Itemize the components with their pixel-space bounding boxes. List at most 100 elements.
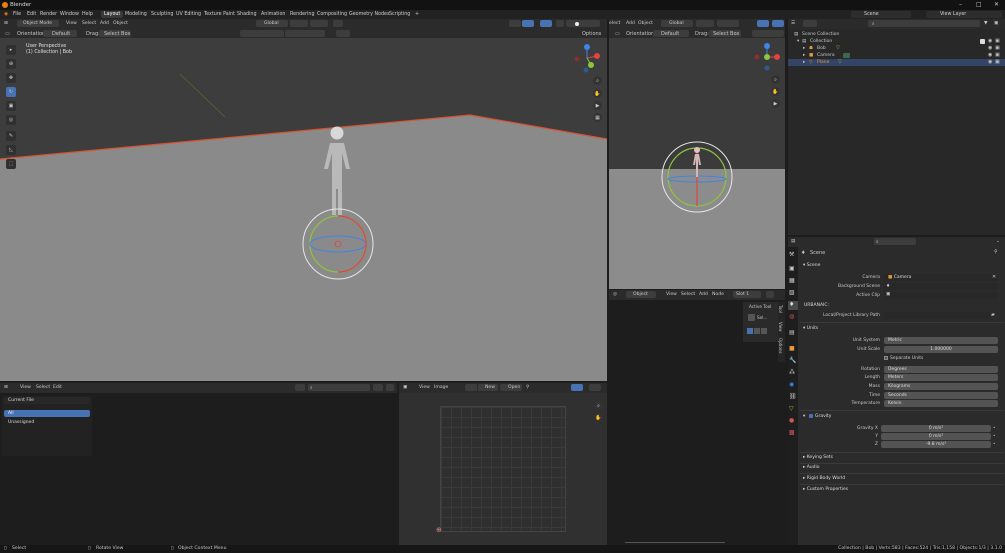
- editor-type-icon[interactable]: ◎: [613, 292, 617, 297]
- camera-view-icon[interactable]: ▶: [593, 101, 602, 110]
- navigation-gizmo[interactable]: [752, 42, 782, 72]
- gravity-checkbox[interactable]: [809, 414, 813, 418]
- pin-icon[interactable]: ⚲: [994, 249, 998, 255]
- particles-tab-icon[interactable]: ⁂: [789, 369, 795, 376]
- mass-dropdown[interactable]: Kilograms: [884, 383, 998, 390]
- zoom-icon[interactable]: ⌕: [771, 75, 780, 84]
- render-camera-icon[interactable]: ▣: [995, 52, 1000, 58]
- select-mode-icons[interactable]: ▭: [615, 31, 620, 37]
- display-mode-dropdown[interactable]: [803, 20, 817, 27]
- eye-icon[interactable]: ◉: [988, 38, 992, 44]
- viewport-search-field[interactable]: [285, 30, 325, 37]
- sidebar-tab-options[interactable]: Options: [778, 338, 783, 353]
- transform-tool[interactable]: ◎: [6, 115, 16, 125]
- node-overlay-toggle[interactable]: [766, 291, 774, 298]
- pivot-dropdown[interactable]: [696, 20, 714, 27]
- navigation-gizmo[interactable]: [572, 43, 602, 73]
- render-camera-icon[interactable]: ▣: [995, 38, 1000, 44]
- output-tab-icon[interactable]: ▦: [789, 277, 795, 284]
- properties-search-field[interactable]: [874, 238, 916, 245]
- menu-window[interactable]: Window: [60, 12, 79, 17]
- material-tab-icon[interactable]: ●: [789, 417, 794, 424]
- menu-view[interactable]: View: [66, 21, 77, 26]
- tab-animation[interactable]: Animation: [258, 11, 288, 18]
- node-editor-scrollbar[interactable]: [625, 542, 725, 543]
- menu-edit[interactable]: Edit: [53, 385, 62, 390]
- image-browse-dropdown[interactable]: [465, 384, 477, 391]
- tab-texture-paint[interactable]: Texture Paint: [201, 11, 238, 18]
- menu-object[interactable]: Object: [113, 21, 128, 26]
- menu-view[interactable]: View: [419, 385, 430, 390]
- shading-modes[interactable]: [566, 20, 600, 27]
- overlay-toggle[interactable]: [589, 384, 601, 391]
- add-workspace-button[interactable]: +: [412, 11, 422, 18]
- select-tool-icon[interactable]: [748, 314, 755, 321]
- annotate-tool[interactable]: ✎: [6, 131, 16, 141]
- scene-selector[interactable]: [851, 11, 911, 18]
- audio-panel[interactable]: ▸ Audio: [803, 465, 820, 470]
- pan-hand-icon[interactable]: ✋: [594, 413, 603, 422]
- editor-type-icon[interactable]: ⊞: [4, 385, 8, 390]
- units-panel-header[interactable]: ▾ Units: [803, 326, 818, 331]
- tab-rendering[interactable]: Rendering: [287, 11, 318, 18]
- node-editor[interactable]: ◎ Object View Select Add Node Slot 1 Act…: [609, 290, 785, 545]
- eye-icon[interactable]: ◉: [988, 59, 992, 65]
- editor-type-icon[interactable]: ▤: [791, 239, 795, 244]
- keyframe-dot-icon[interactable]: •: [993, 441, 995, 446]
- zoom-icon[interactable]: ⌕: [593, 76, 602, 85]
- tab-compositing[interactable]: Compositing: [314, 11, 350, 18]
- scene-panel-header[interactable]: ▾ Scene: [803, 263, 820, 268]
- menu-view[interactable]: View: [20, 385, 31, 390]
- folder-icon[interactable]: ▰: [991, 312, 995, 318]
- texture-tab-icon[interactable]: ▩: [789, 429, 795, 436]
- gizmo-toggle[interactable]: [757, 20, 769, 27]
- tool-tab-icon[interactable]: ⚒: [789, 251, 794, 258]
- eye-icon[interactable]: ◉: [988, 45, 992, 51]
- catalog-unassigned[interactable]: Unassigned: [4, 419, 90, 426]
- rotation-dropdown[interactable]: Degrees: [884, 366, 998, 373]
- gizmo-toggle[interactable]: [522, 20, 534, 27]
- asset-search-field[interactable]: [308, 384, 370, 391]
- menu-help[interactable]: Help: [82, 12, 93, 17]
- overlay-toggle[interactable]: [772, 20, 784, 27]
- measure-tool[interactable]: ◺: [6, 145, 16, 155]
- shading-modes[interactable]: [752, 30, 784, 37]
- expand-arrow-icon[interactable]: ▸: [803, 60, 805, 65]
- scene-browse-icon[interactable]: ♦: [886, 284, 890, 289]
- close-icon[interactable]: ✕: [994, 1, 999, 8]
- menu-node[interactable]: Node: [712, 292, 724, 297]
- physics-tab-icon[interactable]: ◉: [789, 381, 794, 388]
- length-dropdown[interactable]: Meters: [884, 374, 998, 381]
- world-tab-icon[interactable]: ◍: [789, 313, 794, 320]
- gravity-y-field[interactable]: 0 m/s²: [881, 433, 991, 440]
- temperature-dropdown[interactable]: Kelvin: [884, 400, 998, 407]
- separate-units-checkbox[interactable]: [884, 356, 888, 360]
- editor-type-icon[interactable]: ☰: [791, 21, 795, 26]
- scene-tab-icon[interactable]: ♦: [789, 301, 794, 308]
- blender-menu-icon[interactable]: ◉: [4, 12, 8, 17]
- minimize-icon[interactable]: –: [959, 1, 962, 8]
- catalog-all[interactable]: All: [4, 410, 90, 417]
- unit-scale-field[interactable]: 1.000000: [884, 346, 998, 353]
- menu-edit[interactable]: Edit: [27, 12, 36, 17]
- scale-tool[interactable]: ▣: [6, 101, 16, 111]
- tab-modeling[interactable]: Modeling: [122, 11, 150, 18]
- gizmo-toggle[interactable]: [571, 384, 583, 391]
- gravity-x-field[interactable]: 0 m/s²: [881, 425, 991, 432]
- rigid-body-world-panel[interactable]: ▸ Rigid Body World: [803, 476, 845, 481]
- outliner-search-field[interactable]: [868, 20, 980, 27]
- expand-arrow-icon[interactable]: ▸: [803, 53, 805, 58]
- transform-affect-options[interactable]: [240, 30, 284, 37]
- select-mode-new-icon[interactable]: [747, 328, 753, 334]
- expand-arrow-icon[interactable]: ▸: [803, 46, 805, 51]
- solid-shading-icon[interactable]: [575, 22, 579, 26]
- menu-add[interactable]: Add: [100, 21, 109, 26]
- sidebar-tab-view[interactable]: View: [778, 322, 783, 332]
- menu-image[interactable]: Image: [434, 385, 448, 390]
- gravity-panel-header[interactable]: ▾: [803, 414, 805, 419]
- options-dropdown[interactable]: Options: [582, 31, 601, 37]
- 2d-cursor-icon[interactable]: ⊕: [436, 526, 442, 534]
- time-dropdown[interactable]: Seconds: [884, 392, 998, 399]
- maximize-icon[interactable]: □: [976, 1, 982, 8]
- clear-field-icon[interactable]: ✕: [992, 274, 996, 280]
